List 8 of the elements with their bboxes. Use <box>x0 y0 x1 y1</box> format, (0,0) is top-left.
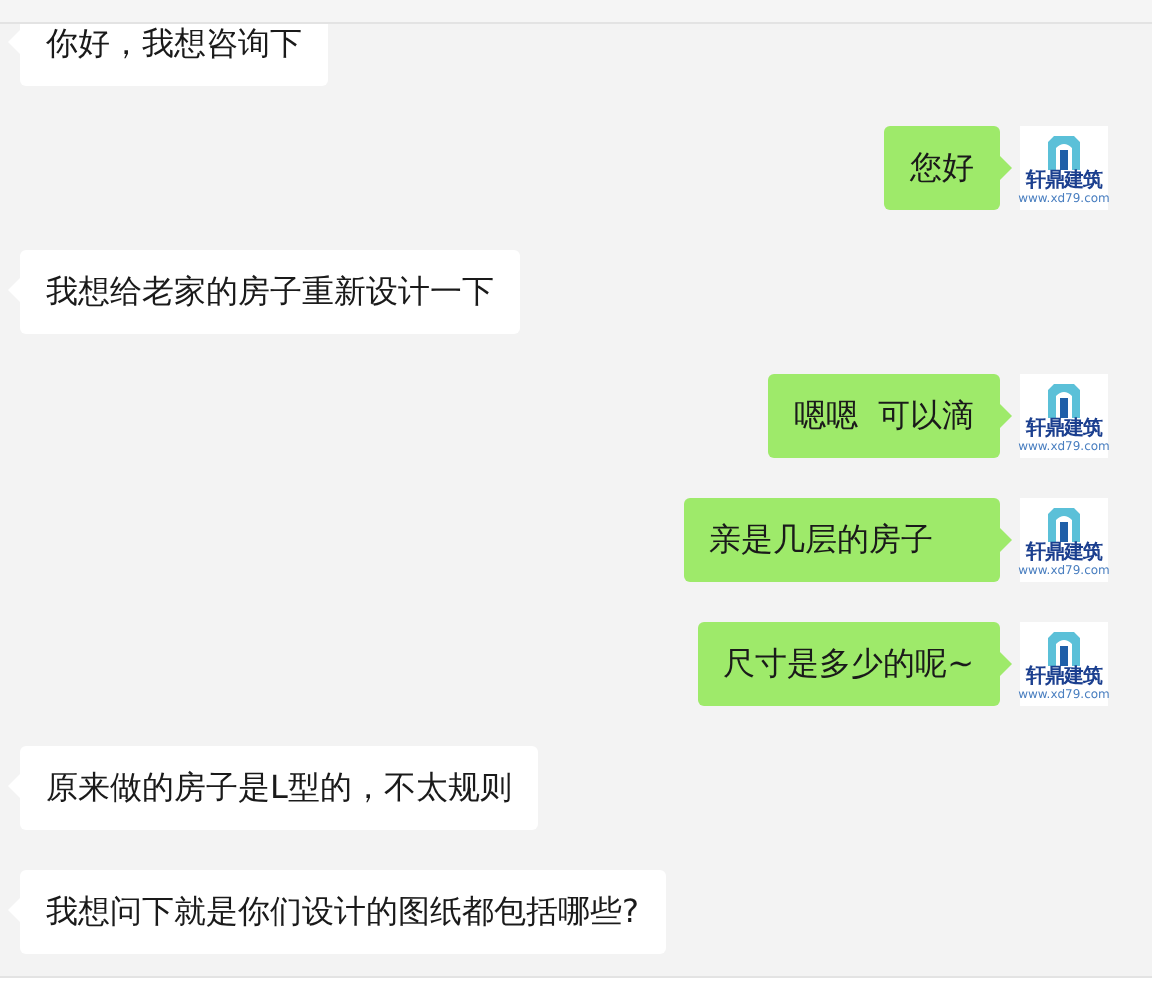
building-icon <box>1044 382 1084 418</box>
logo-title: 轩鼎建筑 <box>1026 418 1102 440</box>
building-icon <box>1044 506 1084 542</box>
logo-title: 轩鼎建筑 <box>1026 666 1102 688</box>
logo-title: 轩鼎建筑 <box>1026 542 1102 564</box>
building-icon <box>1044 134 1084 170</box>
building-icon <box>1044 630 1084 666</box>
logo-title: 轩鼎建筑 <box>1026 170 1102 192</box>
